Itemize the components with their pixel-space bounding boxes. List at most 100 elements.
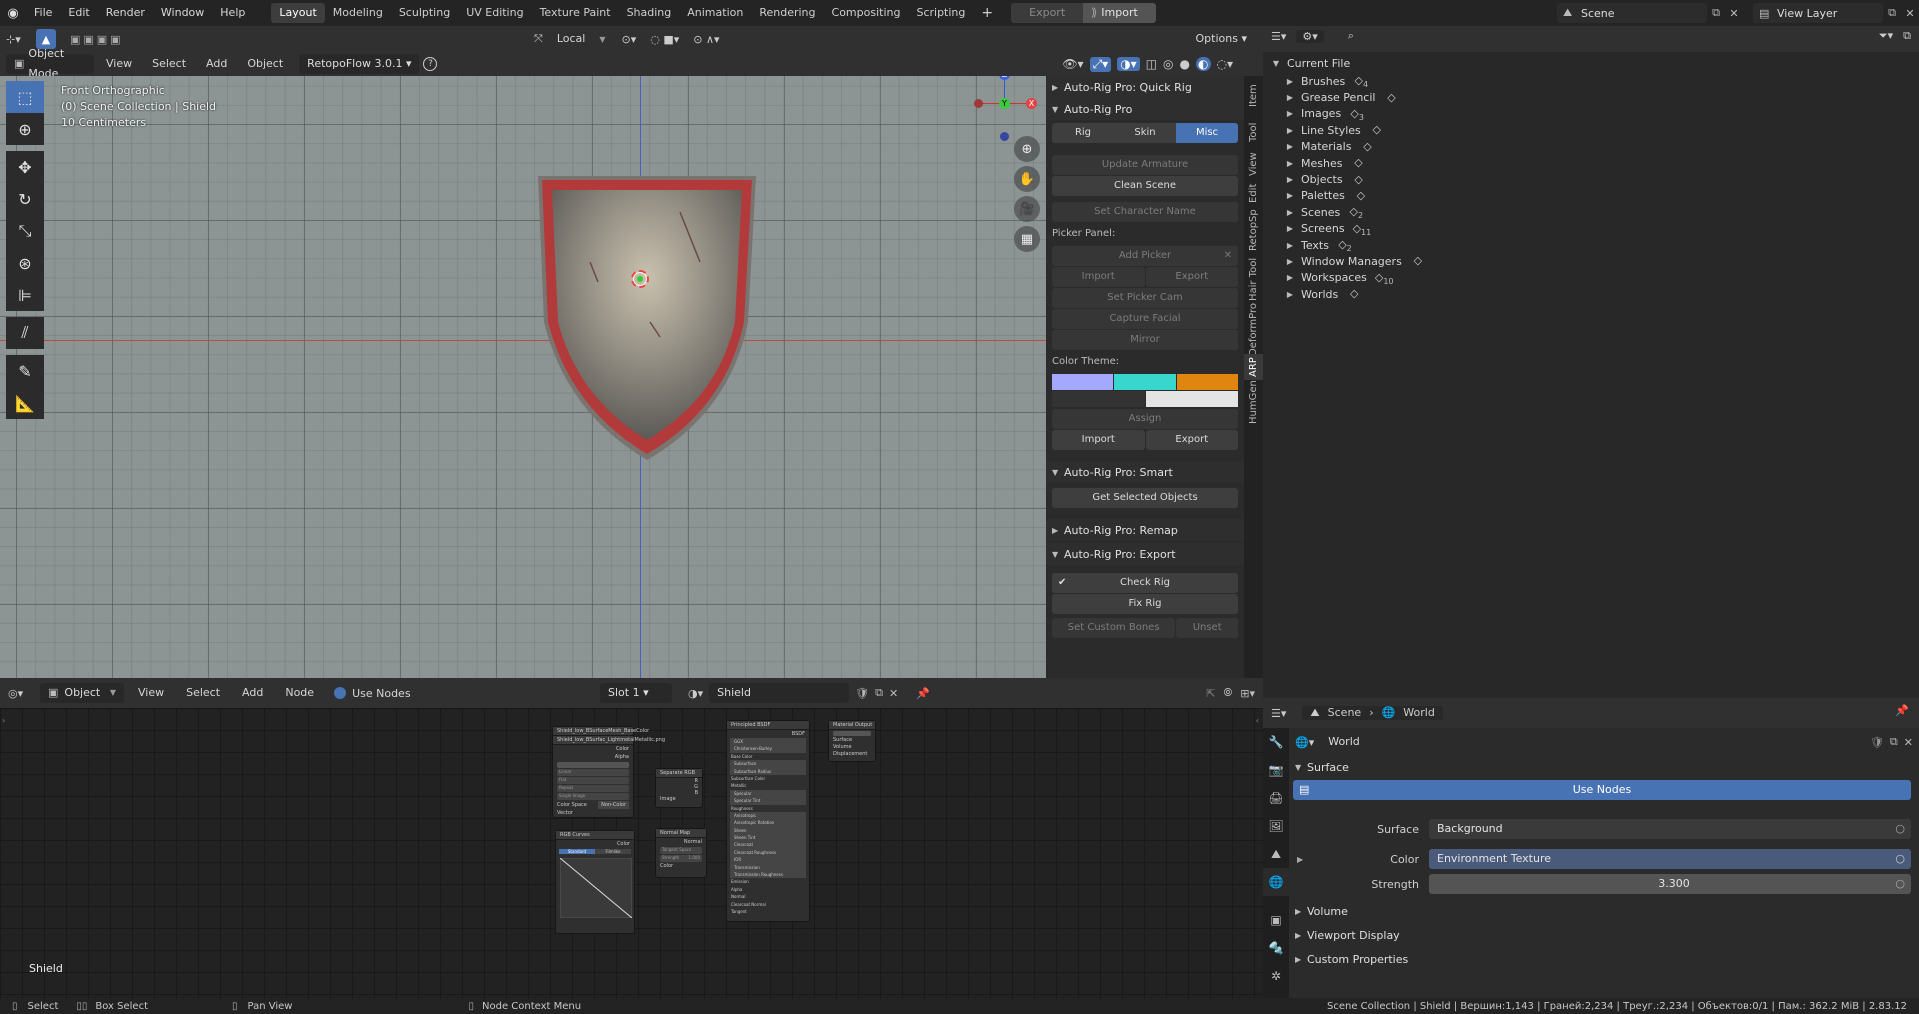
expand-icon[interactable]: ▶ xyxy=(1283,208,1297,217)
picker-import-button[interactable]: Import xyxy=(1052,267,1145,287)
color-input-dropdown[interactable]: Environment Texture ○ xyxy=(1429,849,1911,869)
bsdf-input-row[interactable]: Roughness xyxy=(727,805,809,812)
theme-export-button[interactable]: Export xyxy=(1145,430,1238,450)
pin-icon[interactable]: 📌 xyxy=(916,687,930,700)
bsdf-input-row[interactable]: Specular Tint xyxy=(730,797,806,805)
add-workspace-button[interactable]: + xyxy=(973,3,1001,23)
tab-scripting[interactable]: Scripting xyxy=(908,3,973,23)
collapse-right-icon[interactable]: ‹ xyxy=(1256,716,1259,725)
close-icon[interactable]: ✕ xyxy=(1224,246,1232,266)
vector-socket[interactable]: Vector xyxy=(553,809,633,817)
search-icon[interactable]: ⌕ xyxy=(1348,29,1354,43)
outliner-editor-icon[interactable]: ☰▾ xyxy=(1271,30,1286,43)
expand-icon[interactable]: ▶ xyxy=(1283,241,1297,250)
pin-properties-icon[interactable]: 📌 xyxy=(1895,704,1909,717)
tab-rig[interactable]: Rig xyxy=(1052,123,1114,143)
tab-arp[interactable]: ARP xyxy=(1244,354,1263,380)
new-scene-icon[interactable]: ⧉ xyxy=(1707,6,1725,20)
expand-icon[interactable]: ▶ xyxy=(1283,191,1297,200)
expand-icon[interactable]: ▶ xyxy=(1283,77,1297,86)
modifier-properties-icon[interactable]: 🔩 xyxy=(1263,934,1289,962)
rotate-tool-icon[interactable]: ↻ xyxy=(6,183,44,215)
bsdf-input-row[interactable]: Sheen xyxy=(730,826,806,835)
view-layer-properties-icon[interactable]: 🖼 xyxy=(1263,812,1289,840)
retopoflow-dropdown[interactable]: RetopoFlow 3.0.1 ▾ xyxy=(299,54,420,74)
tab-deformpro[interactable]: DeformPro xyxy=(1244,302,1263,355)
curves-color-socket[interactable]: Color xyxy=(556,840,634,848)
surface-shader-dropdown[interactable]: Background ○ xyxy=(1429,819,1911,839)
expand-icon[interactable]: ▶ xyxy=(1283,175,1297,184)
theme-import-button[interactable]: Import xyxy=(1052,430,1145,450)
new-collection-icon[interactable]: ⧉ xyxy=(1903,29,1911,43)
tab-modeling[interactable]: Modeling xyxy=(325,3,391,23)
clean-scene-button[interactable]: Clean Scene xyxy=(1052,176,1238,196)
viewport-display-header[interactable]: ▶ Viewport Display xyxy=(1289,924,1919,946)
custom-properties-header[interactable]: ▶ Custom Properties xyxy=(1289,948,1919,970)
tab-tool[interactable]: Tool xyxy=(1244,116,1263,148)
outliner-item-worlds[interactable]: ▶ Worlds ◇ xyxy=(1263,286,1919,302)
expand-icon[interactable]: ▶ xyxy=(1283,93,1297,102)
gizmo-toggle-icon[interactable]: ⤢▾ xyxy=(1089,56,1112,72)
bsdf-input-row[interactable]: Tangent xyxy=(727,908,809,915)
3d-viewport[interactable]: Front Orthographic (0) Scene Collection … xyxy=(0,76,1046,678)
transform-tool-icon[interactable]: ⊛ xyxy=(6,247,44,279)
export-button[interactable]: Export xyxy=(1011,3,1084,23)
use-nodes-button[interactable]: ▤ Use Nodes xyxy=(1293,780,1911,800)
set-character-name-button[interactable]: Set Character Name xyxy=(1052,202,1238,222)
output-surface-socket[interactable]: Surface xyxy=(829,737,875,744)
fake-user-icon[interactable]: 🛡 xyxy=(855,687,869,700)
tab-humgen[interactable]: HumGen xyxy=(1244,380,1263,424)
get-selected-objects-button[interactable]: Get Selected Objects xyxy=(1052,488,1238,508)
normal-strength-field[interactable]: Strength 1.000 xyxy=(660,855,702,862)
smart-header[interactable]: ▼ Auto-Rig Pro: Smart xyxy=(1046,461,1244,483)
xray-icon[interactable]: ◫ xyxy=(1146,57,1157,71)
duplicate-world-icon[interactable]: ⧉ xyxy=(1890,735,1898,749)
output-volume-socket[interactable]: Volume xyxy=(829,744,875,751)
outliner-item-scenes[interactable]: ▶ Scenes ◇2 xyxy=(1263,204,1919,220)
particles-properties-icon[interactable]: ✲ xyxy=(1263,962,1289,990)
bsdf-input-row[interactable]: Normal xyxy=(727,893,809,900)
expand-icon[interactable]: ▶ xyxy=(1283,290,1297,299)
scene-crumb[interactable]: Scene xyxy=(1328,706,1362,720)
sep-image-socket[interactable]: Image xyxy=(656,796,702,802)
visibility-icon[interactable]: 👁▾ xyxy=(1062,57,1083,71)
bsdf-input-row[interactable]: Transmission xyxy=(730,863,806,872)
outliner-item-meshes[interactable]: ▶ Meshes ◇ xyxy=(1263,155,1919,171)
world-crumb[interactable]: World xyxy=(1403,706,1435,720)
annotate-tool-icon[interactable]: ✎ xyxy=(6,355,44,387)
render-properties-icon[interactable]: 📷 xyxy=(1263,756,1289,784)
pan-hand-icon[interactable]: ✋ xyxy=(1014,166,1040,192)
shield-mesh[interactable] xyxy=(530,172,760,462)
options-dropdown[interactable]: Options ▾ xyxy=(1188,32,1255,45)
capture-facial-button[interactable]: Capture Facial xyxy=(1052,309,1238,329)
bsdf-input-row[interactable]: Subsurface Radius xyxy=(730,767,806,775)
export-header[interactable]: ▼ Auto-Rig Pro: Export xyxy=(1046,543,1244,565)
output-displacement-socket[interactable]: Displacement xyxy=(829,751,875,758)
node-canvas[interactable]: Shield_low_BSurfaceMesh_BaseColor Shield… xyxy=(0,708,1263,998)
bsdf-input-row[interactable]: Clearcoat xyxy=(730,841,806,849)
outliner-item-materials[interactable]: ▶ Materials ◇ xyxy=(1263,139,1919,155)
rendered-shading-icon[interactable]: ◌▾ xyxy=(1217,57,1234,71)
tab-view[interactable]: View xyxy=(1244,148,1263,180)
menu-file[interactable]: File xyxy=(26,0,60,26)
bsdf-input-row[interactable]: Anisotropic xyxy=(730,811,806,820)
curve-graph[interactable] xyxy=(560,858,632,918)
expand-icon[interactable]: ▶ xyxy=(1283,126,1297,135)
bsdf-input-row[interactable]: GGX xyxy=(730,738,806,746)
ne-menu-node[interactable]: Node xyxy=(277,683,322,703)
output-properties-icon[interactable]: 🖨 xyxy=(1263,784,1289,812)
ne-menu-view[interactable]: View xyxy=(130,683,172,703)
update-armature-button[interactable]: Update Armature xyxy=(1052,155,1238,175)
normal-map-node[interactable]: Normal Map Normal Tangent Space Strength… xyxy=(655,828,707,878)
theme-swatch-4[interactable] xyxy=(1052,391,1145,407)
expand-icon[interactable]: ▶ xyxy=(1283,109,1297,118)
material-shading-icon[interactable]: ◐ xyxy=(1196,57,1211,71)
object-properties-icon[interactable]: ▣ xyxy=(1263,906,1289,934)
outliner-item-texts[interactable]: ▶ Texts ◇2 xyxy=(1263,237,1919,253)
delete-view-layer-icon[interactable]: ✕ xyxy=(1901,7,1919,20)
tab-hair-tool[interactable]: Hair Tool xyxy=(1244,254,1263,304)
bsdf-output-socket[interactable]: BSDF xyxy=(727,730,809,738)
curves-tab-filmlike[interactable]: Filmlike xyxy=(595,848,631,854)
expand-icon[interactable]: ▶ xyxy=(1283,142,1297,151)
mirror-button[interactable]: Mirror xyxy=(1052,330,1238,350)
